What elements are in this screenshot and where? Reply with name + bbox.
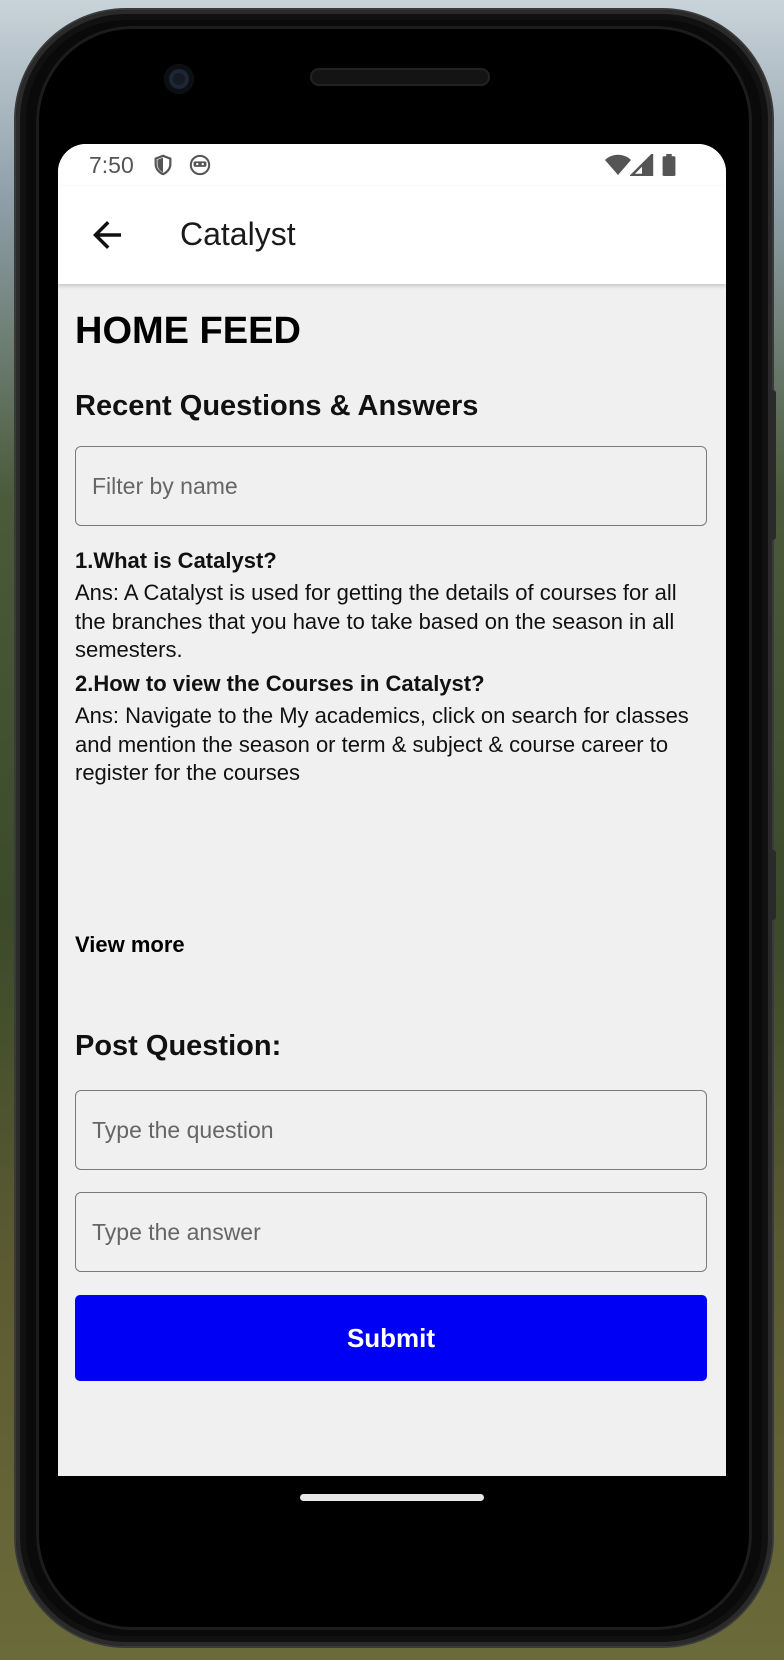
app-screen: 7:50 Catalyst HOME FEED Recent Questions… — [58, 144, 726, 1476]
status-bar: 7:50 — [58, 144, 726, 186]
volume-button — [770, 390, 776, 540]
wifi-icon — [605, 154, 631, 175]
view-more-link[interactable]: View more — [75, 932, 185, 958]
power-button — [770, 850, 776, 920]
shield-icon — [154, 154, 172, 176]
filter-input[interactable] — [75, 446, 707, 526]
qa-item: 2.How to view the Courses in Catalyst? A… — [75, 670, 707, 788]
qa-item: 1.What is Catalyst? Ans: A Catalyst is u… — [75, 547, 707, 665]
front-camera — [164, 64, 194, 94]
qa-question: 2.How to view the Courses in Catalyst? — [75, 671, 485, 696]
app-bar: Catalyst — [58, 186, 726, 284]
recent-qa-heading: Recent Questions & Answers — [75, 390, 479, 422]
robot-face-icon — [189, 154, 211, 176]
app-title: Catalyst — [180, 216, 296, 252]
post-question-heading: Post Question: — [75, 1030, 282, 1062]
page-title: HOME FEED — [75, 310, 301, 352]
question-input[interactable] — [75, 1090, 707, 1170]
earpiece-speaker — [310, 68, 490, 86]
submit-button[interactable]: Submit — [75, 1295, 707, 1381]
qa-question: 1.What is Catalyst? — [75, 548, 277, 573]
answer-input[interactable] — [75, 1192, 707, 1272]
qa-answer: Ans: Navigate to the My academics, click… — [75, 703, 689, 785]
signal-icon — [630, 154, 654, 176]
status-time: 7:50 — [89, 152, 134, 178]
battery-icon — [662, 154, 676, 176]
back-arrow-icon[interactable] — [86, 214, 128, 256]
gesture-nav-handle[interactable] — [300, 1494, 484, 1501]
qa-answer: Ans: A Catalyst is used for getting the … — [75, 580, 677, 662]
